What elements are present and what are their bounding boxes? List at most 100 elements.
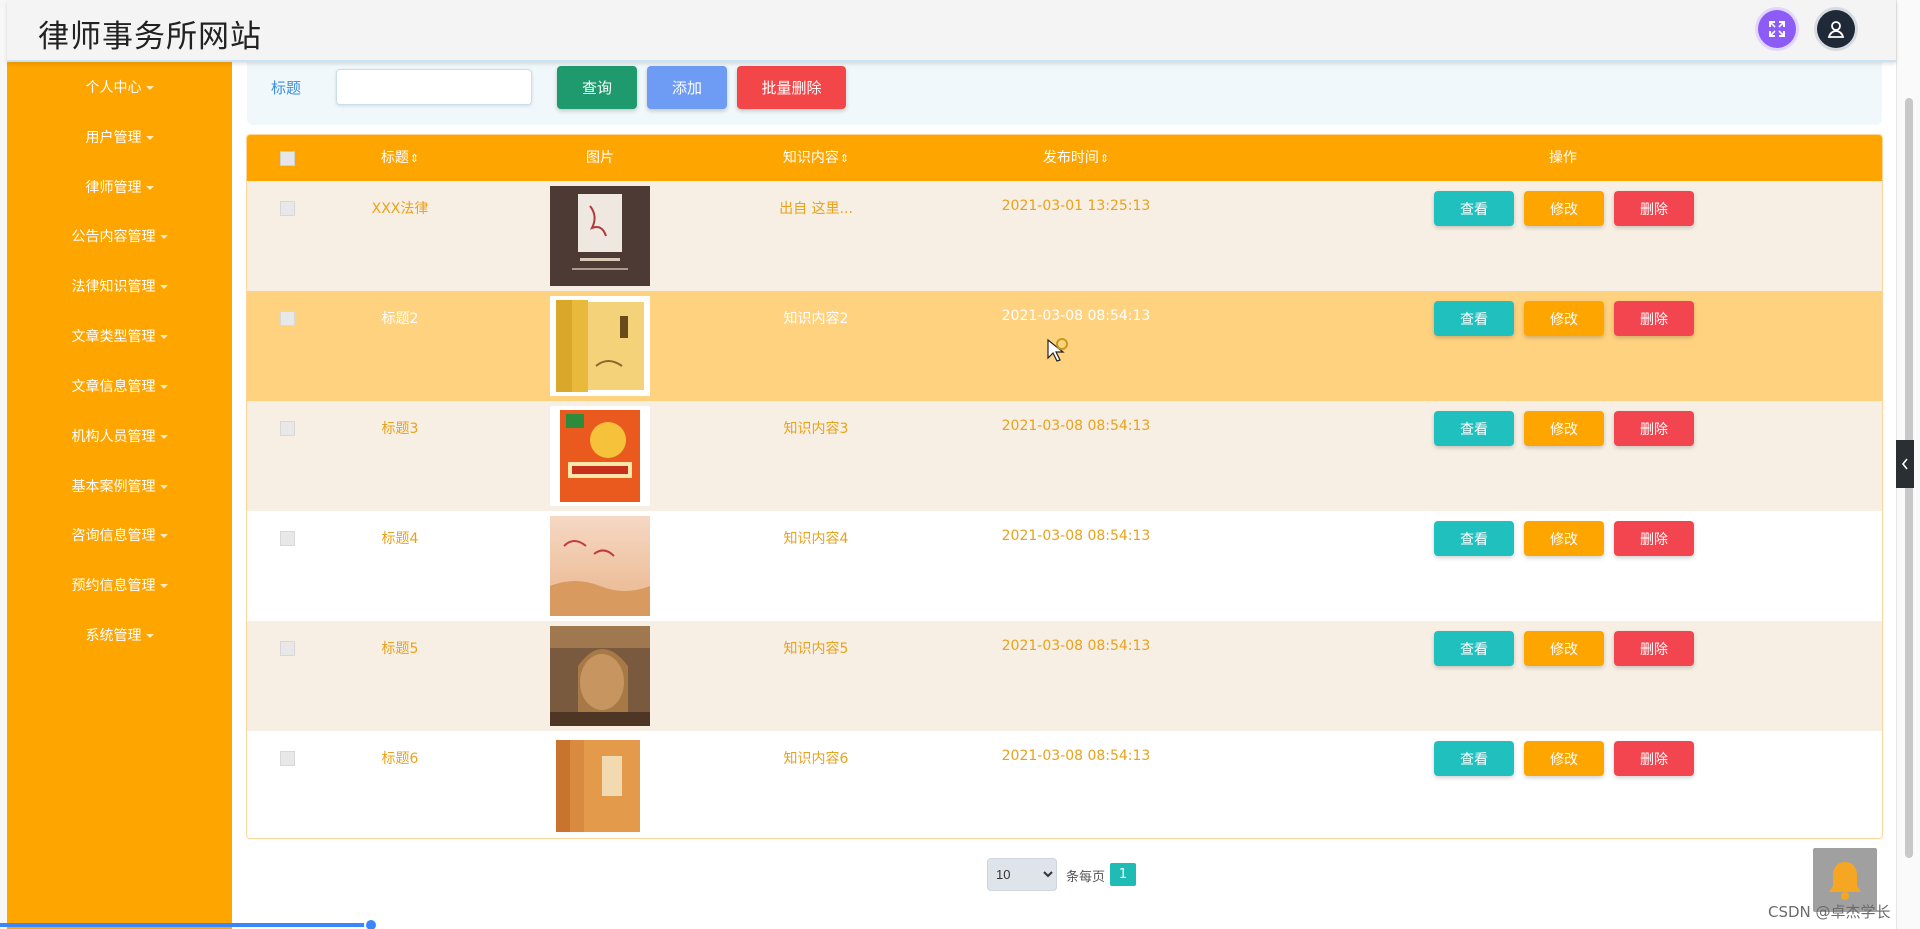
cell-content: 知识内容6 [783, 751, 849, 767]
edit-button[interactable]: 修改 [1524, 191, 1604, 226]
caret-down-icon [145, 136, 154, 140]
table-header: 标题⇕ 图片 知识内容⇕ 发布时间⇕ 操作 [247, 135, 1882, 181]
cell-publish-time: 2021-03-08 08:54:13 [1001, 418, 1151, 434]
collapse-panel-button[interactable] [1896, 440, 1914, 488]
delete-button[interactable]: 删除 [1614, 301, 1694, 336]
caret-down-icon [159, 285, 168, 289]
cell-title: 标题3 [381, 421, 419, 437]
view-button[interactable]: 查看 [1434, 411, 1514, 446]
edit-button[interactable]: 修改 [1524, 741, 1604, 776]
cell-title: 标题6 [381, 751, 419, 767]
user-menu-button[interactable] [1817, 10, 1855, 48]
cell-content: 知识内容5 [783, 641, 849, 657]
row-checkbox[interactable] [280, 311, 295, 326]
caret-down-icon [145, 86, 154, 90]
column-header-title[interactable]: 标题⇕ [381, 135, 419, 181]
row-checkbox[interactable] [280, 531, 295, 546]
cell-title: 标题5 [381, 641, 419, 657]
caret-down-icon [145, 186, 154, 190]
sidebar-item-label: 咨询信息管理 [71, 528, 156, 544]
expand-icon [1769, 21, 1785, 37]
sidebar-item-label: 预约信息管理 [71, 578, 156, 594]
sidebar-item-label: 个人中心 [85, 80, 142, 96]
sidebar-item-staff[interactable]: 机构人员管理 [7, 426, 232, 446]
sidebar-item-consultations[interactable]: 咨询信息管理 [7, 525, 232, 545]
edit-button[interactable]: 修改 [1524, 521, 1604, 556]
sidebar-item-article-types[interactable]: 文章类型管理 [7, 326, 232, 346]
fullscreen-button[interactable] [1758, 10, 1796, 48]
column-title-label: 标题 [380, 150, 409, 166]
caret-down-icon [159, 485, 168, 489]
cell-content: 知识内容2 [783, 311, 849, 327]
chevron-left-icon [1901, 458, 1908, 470]
sidebar-item-system[interactable]: 系统管理 [7, 625, 232, 645]
column-image-label: 图片 [586, 150, 614, 166]
loading-progress-bar [0, 923, 374, 927]
add-button[interactable]: 添加 [647, 66, 727, 109]
view-button[interactable]: 查看 [1434, 191, 1514, 226]
batch-delete-button[interactable]: 批量删除 [737, 66, 846, 109]
cell-content: 知识内容3 [783, 421, 849, 437]
cell-publish-time: 2021-03-08 08:54:13 [1001, 638, 1151, 654]
cell-content: 出自 这里... [779, 201, 853, 217]
sidebar-item-announcements[interactable]: 公告内容管理 [7, 226, 232, 246]
top-header: 律师事务所网站 [7, 0, 1896, 62]
cell-title: XXX法律 [371, 201, 429, 217]
row-checkbox[interactable] [280, 751, 295, 766]
edit-button[interactable]: 修改 [1524, 301, 1604, 336]
sort-icon: ⇕ [839, 152, 850, 165]
query-button[interactable]: 查询 [557, 66, 637, 109]
view-button[interactable]: 查看 [1434, 521, 1514, 556]
row-checkbox[interactable] [280, 421, 295, 436]
select-all-checkbox[interactable] [280, 151, 295, 166]
sidebar-item-cases[interactable]: 基本案例管理 [7, 476, 232, 496]
view-button[interactable]: 查看 [1434, 741, 1514, 776]
table-row: XXX法律 出自 这里... 2021-03-01 13:25:13 查看 修改… [247, 181, 1882, 291]
sidebar-item-personal-center[interactable]: 个人中心 [7, 77, 232, 97]
sidebar-item-lawyers[interactable]: 律师管理 [7, 177, 232, 197]
page-number-button[interactable]: 1 [1110, 863, 1136, 886]
view-button[interactable]: 查看 [1434, 631, 1514, 666]
delete-button[interactable]: 删除 [1614, 521, 1694, 556]
sidebar-item-users[interactable]: 用户管理 [7, 127, 232, 147]
column-time-label: 发布时间 [1042, 150, 1099, 166]
cell-title: 标题4 [381, 531, 419, 547]
cell-publish-time: 2021-03-08 08:54:13 [1001, 528, 1151, 544]
sidebar-item-articles[interactable]: 文章信息管理 [7, 376, 232, 396]
delete-button[interactable]: 删除 [1614, 741, 1694, 776]
caret-down-icon [159, 534, 168, 538]
caret-down-icon [159, 435, 168, 439]
row-checkbox[interactable] [280, 641, 295, 656]
column-header-publish-time[interactable]: 发布时间⇕ [1043, 135, 1109, 181]
app-window: 律师事务所网站 个人中心 用户管理 律师管理 公告内容管理 法律知识管理 文章类… [0, 0, 1920, 929]
delete-button[interactable]: 删除 [1614, 631, 1694, 666]
magazine-cover [550, 626, 650, 726]
column-header-content[interactable]: 知识内容⇕ [783, 135, 849, 181]
title-search-input[interactable] [336, 69, 532, 105]
watermark-text: CSDN @卓杰学长 [1768, 903, 1891, 921]
book-cover-3 [550, 406, 650, 506]
window-edge [0, 0, 7, 929]
sort-icon: ⇕ [1099, 152, 1110, 165]
sidebar-item-appointments[interactable]: 预约信息管理 [7, 575, 232, 595]
delete-button[interactable]: 删除 [1614, 411, 1694, 446]
column-content-label: 知识内容 [782, 150, 839, 166]
table-row: 标题6 知识内容6 2021-03-08 08:54:13 查看 修改 删除 [247, 731, 1882, 838]
data-table: 标题⇕ 图片 知识内容⇕ 发布时间⇕ 操作 XXX法律 出自 这里... 202… [246, 134, 1883, 839]
edit-button[interactable]: 修改 [1524, 631, 1604, 666]
sidebar-item-label: 基本案例管理 [71, 479, 156, 495]
search-label: 标题 [271, 79, 302, 97]
row-checkbox[interactable] [280, 201, 295, 216]
sidebar-item-label: 用户管理 [85, 130, 142, 146]
edit-button[interactable]: 修改 [1524, 411, 1604, 446]
cell-publish-time: 2021-03-08 08:54:13 [1001, 308, 1151, 324]
caret-down-icon [159, 335, 168, 339]
delete-button[interactable]: 删除 [1614, 191, 1694, 226]
per-page-label: 条每页 [1066, 870, 1106, 885]
sidebar-item-legal-knowledge[interactable]: 法律知识管理 [7, 276, 232, 296]
view-button[interactable]: 查看 [1434, 301, 1514, 336]
table-row: 标题3 知识内容3 2021-03-08 08:54:13 查看 修改 删除 [247, 401, 1882, 511]
page-size-select[interactable]: 10 [987, 858, 1057, 891]
sidebar-item-label: 文章信息管理 [71, 379, 156, 395]
sidebar-item-label: 文章类型管理 [71, 329, 156, 345]
